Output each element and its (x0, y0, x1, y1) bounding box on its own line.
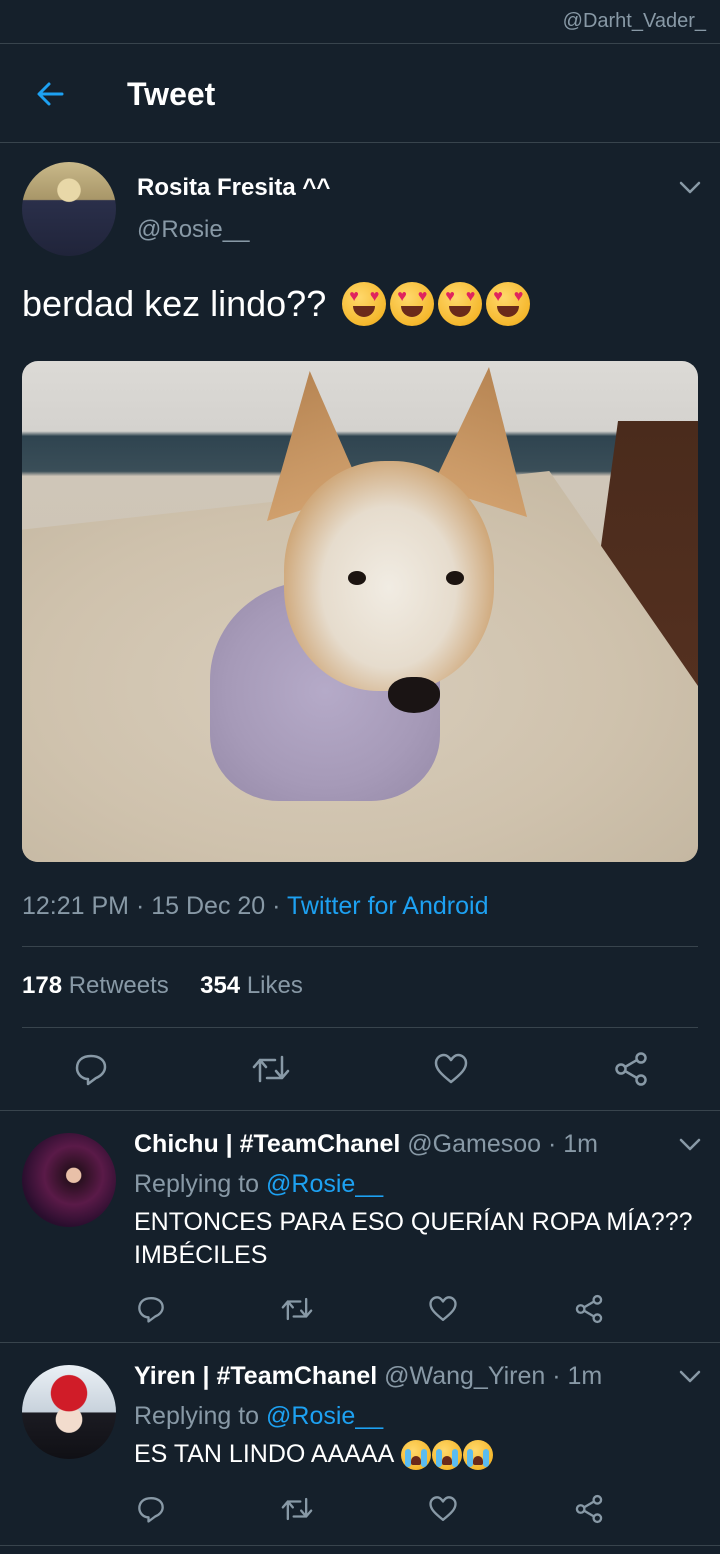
share-button[interactable] (564, 1284, 614, 1334)
tweet-photo[interactable] (22, 361, 698, 862)
meta-separator: · (135, 892, 152, 920)
retweet-icon (281, 1497, 313, 1521)
share-icon (575, 1494, 603, 1524)
reply-text-line: ES TAN LINDO AAAAA (134, 1440, 393, 1468)
tweet-stats: 178 Retweets 354 Likes (22, 972, 303, 1000)
retweets-label: Retweets (68, 972, 169, 999)
back-button[interactable] (30, 74, 70, 114)
stats-divider (22, 1027, 698, 1028)
meta-divider (22, 946, 698, 947)
reply-text: ENTONCES PARA ESO QUERÍAN ROPA MÍA??? IM… (134, 1206, 694, 1272)
like-button[interactable] (418, 1284, 468, 1334)
heart-eyes-emoji (438, 282, 483, 326)
retweet-icon (281, 1297, 313, 1321)
heart-eyes-emoji (390, 282, 435, 326)
chevron-down-icon (679, 181, 701, 194)
replying-to: Replying to @Rosie__ (134, 1170, 383, 1199)
like-icon (429, 1496, 457, 1521)
crying-emoji (462, 1440, 493, 1471)
like-button[interactable] (418, 1484, 468, 1534)
bottom-divider (0, 1545, 720, 1546)
reply-author-name[interactable]: Yiren | #TeamChanel (134, 1362, 377, 1390)
reply-actions (0, 1484, 720, 1534)
replying-to: Replying to @Rosie__ (134, 1402, 383, 1431)
reply-text-line: IMBÉCILES (134, 1241, 268, 1269)
reply-header: Chichu | #TeamChanel @Gamesoo · 1m (134, 1130, 598, 1159)
reply-text: ES TAN LINDO AAAAA (134, 1438, 694, 1471)
retweet-button[interactable] (272, 1284, 322, 1334)
retweets-count: 178 (22, 972, 63, 999)
chevron-down-icon (679, 1370, 701, 1383)
replying-label: Replying to (134, 1402, 260, 1430)
reply-button[interactable] (126, 1484, 176, 1534)
tweet-time: 12:21 PM (22, 892, 130, 920)
photo-dog-eye (348, 571, 366, 585)
replying-handle-link[interactable]: @Rosie__ (266, 1170, 383, 1198)
share-button[interactable] (606, 1044, 656, 1094)
tweet-bottom-divider (0, 1110, 720, 1111)
reply-author-handle[interactable]: @Gamesoo (407, 1130, 541, 1158)
reply-icon (138, 1297, 164, 1323)
tweet-source-link[interactable]: Twitter for Android (287, 892, 488, 920)
header: Tweet (0, 44, 720, 142)
page-title: Tweet (127, 76, 216, 112)
reply-options-button[interactable] (678, 1133, 702, 1157)
tweet-date: 15 Dec 20 (151, 892, 266, 920)
author-handle[interactable]: @Rosie__ (137, 216, 249, 244)
reply-time: 1m (567, 1362, 603, 1390)
crying-emoji (400, 1440, 431, 1471)
tweet-actions (0, 1044, 720, 1094)
like-button[interactable] (426, 1044, 476, 1094)
retweets-stat[interactable]: 178 Retweets (22, 972, 169, 999)
reply-button[interactable] (66, 1044, 116, 1094)
likes-stat[interactable]: 354 Likes (200, 972, 303, 999)
author-avatar[interactable] (22, 162, 116, 256)
replying-label: Replying to (134, 1170, 260, 1198)
reply-icon (138, 1497, 164, 1523)
author-name[interactable]: Rosita Fresita ^^ (137, 174, 330, 202)
likes-count: 354 (200, 972, 241, 999)
likes-label: Likes (246, 972, 303, 999)
tweet-meta: 12:21 PM · 15 Dec 20 · Twitter for Andro… (22, 892, 488, 921)
retweet-icon (252, 1055, 290, 1083)
back-arrow-icon (37, 82, 64, 106)
reply-time: 1m (563, 1130, 598, 1158)
replying-handle-link[interactable]: @Rosie__ (266, 1402, 383, 1430)
tweet-text: berdad kez lindo?? (22, 283, 327, 324)
reply-actions (0, 1284, 720, 1334)
share-icon (615, 1052, 647, 1086)
photo-dog-eye (446, 571, 464, 585)
reply-avatar[interactable] (22, 1133, 116, 1227)
reply-text-line: ENTONCES PARA ESO QUERÍAN ROPA MÍA??? (134, 1208, 693, 1236)
header-divider (0, 142, 720, 143)
reply-header: Yiren | #TeamChanel @Wang_Yiren · 1m (134, 1362, 602, 1391)
reply-options-button[interactable] (678, 1365, 702, 1389)
reply-divider (0, 1342, 720, 1343)
tweet-options-button[interactable] (678, 176, 702, 200)
share-button[interactable] (564, 1484, 614, 1534)
reply-icon (75, 1054, 107, 1086)
reply-time-separator: · (545, 1362, 568, 1390)
heart-eyes-emoji (486, 282, 531, 326)
heart-eyes-emoji (342, 282, 387, 326)
meta-separator: · (272, 892, 287, 920)
like-icon (434, 1053, 468, 1084)
retweet-button[interactable] (272, 1484, 322, 1534)
reply-author-handle[interactable]: @Wang_Yiren (384, 1362, 545, 1390)
tweet-text-row: berdad kez lindo?? (22, 282, 531, 326)
retweet-button[interactable] (246, 1044, 296, 1094)
crying-emoji (431, 1440, 462, 1471)
photo-dog-nose (388, 677, 440, 713)
reply-button[interactable] (126, 1284, 176, 1334)
reply-time-separator: · (541, 1130, 564, 1158)
reply-avatar[interactable] (22, 1365, 116, 1459)
like-icon (429, 1296, 457, 1321)
chevron-down-icon (679, 1138, 701, 1151)
share-icon (575, 1294, 603, 1324)
watermark: @Darht_Vader_ (562, 10, 706, 32)
reply-author-name[interactable]: Chichu | #TeamChanel (134, 1130, 400, 1158)
